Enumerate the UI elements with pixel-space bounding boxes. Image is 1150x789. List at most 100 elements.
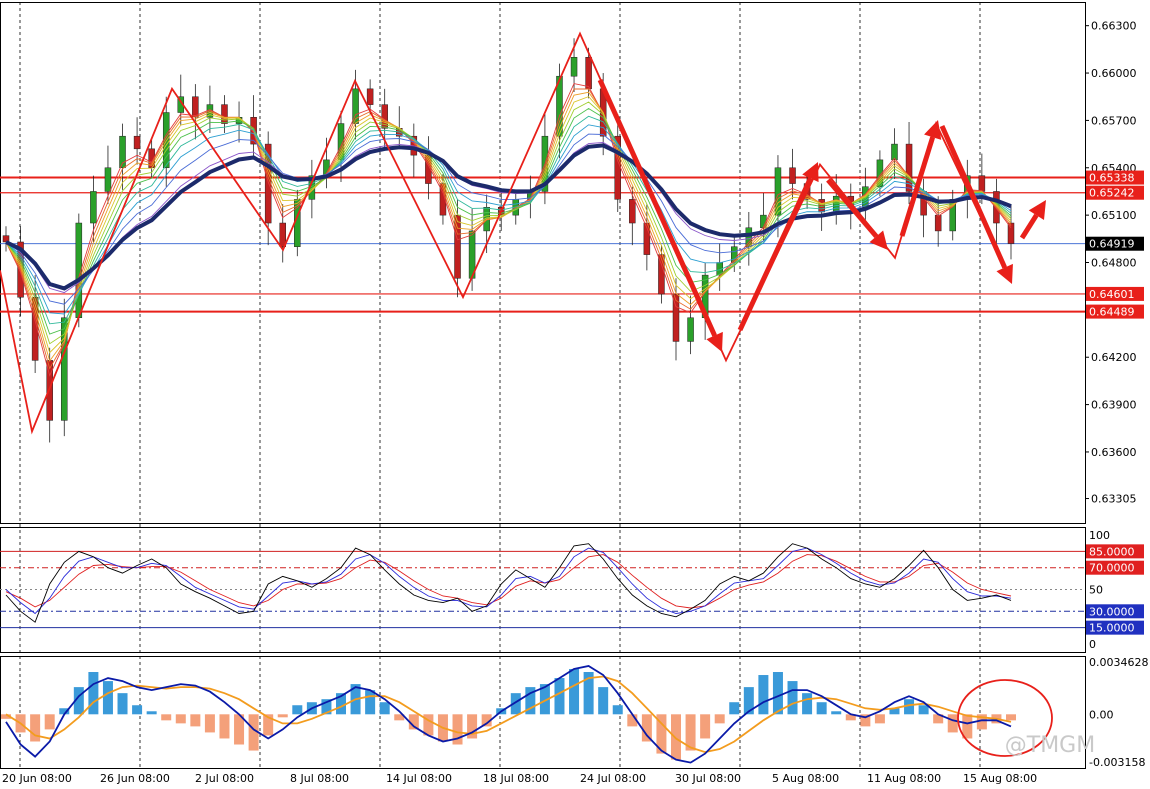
- trend-arrow-head: [924, 120, 942, 140]
- date-label: 26 Jun 08:00: [100, 772, 170, 785]
- macd-histogram-bar: [700, 714, 711, 739]
- macd-tick-label: 0.0034628: [1089, 656, 1149, 669]
- price-tick-label: 0.66300: [1091, 20, 1137, 33]
- candle-body: [629, 199, 636, 224]
- date-label: 14 Jul 08:00: [386, 772, 452, 785]
- candle-body: [192, 96, 199, 118]
- date-label: 8 Jul 08:00: [290, 772, 349, 785]
- macd-histogram-bar: [132, 705, 143, 715]
- stochastic-level-label: 70.0000: [1089, 562, 1135, 575]
- candle-body: [745, 227, 753, 247]
- candle-body: [454, 214, 461, 279]
- candle-body: [104, 167, 112, 192]
- macd-histogram-bar: [772, 672, 783, 715]
- stochastic-tick-label: 50: [1089, 584, 1103, 597]
- candle-body: [891, 143, 898, 161]
- candle-body: [279, 222, 286, 247]
- macd-histogram-bar: [729, 702, 740, 715]
- trend-arrow-shaft: [1019, 213, 1039, 240]
- candle-body: [789, 167, 796, 184]
- macd-histogram-bar: [1006, 714, 1016, 721]
- candle-body: [90, 191, 97, 224]
- chart-window: 0.66300 0.66000 0.65700 0.65400 0.65100 0.648…: [0, 0, 1150, 789]
- macd-histogram-bar: [146, 711, 157, 715]
- macd-histogram-bar: [671, 714, 681, 760]
- date-label: 30 Jul 08:00: [675, 772, 741, 785]
- stochastic-level-label: 30.0000: [1089, 605, 1135, 618]
- candle-body: [133, 135, 141, 150]
- candle-body: [658, 254, 665, 295]
- level-tag-label: 0.65338: [1089, 172, 1135, 185]
- macd-histogram-bar: [88, 672, 99, 715]
- macd-histogram-bar: [947, 714, 958, 733]
- candle-body: [978, 175, 986, 192]
- candle-body: [1007, 222, 1015, 244]
- zigzag-line: [0, 31, 1011, 435]
- macd-histogram-bar: [102, 681, 113, 715]
- macd-histogram-bar: [277, 714, 288, 718]
- price-tick-label: 0.63900: [1091, 399, 1137, 412]
- macd-histogram-bar: [714, 714, 725, 724]
- price-tick-label: 0.64800: [1091, 257, 1137, 270]
- price-tick-label: 0.64200: [1091, 351, 1137, 364]
- date-label: 5 Aug 08:00: [772, 772, 839, 785]
- level-tag-label: 0.64489: [1089, 306, 1135, 319]
- macd-histogram-bar: [816, 702, 827, 715]
- macd-histogram-bar: [787, 681, 798, 715]
- macd-tick-label: -0.003158: [1089, 756, 1145, 769]
- macd-histogram-bar: [758, 675, 769, 715]
- macd-histogram-bar: [161, 714, 172, 721]
- level-tag-label: 0.65242: [1089, 187, 1135, 200]
- stochastic-panel-frame: [0, 527, 1086, 653]
- macd-histogram-bar: [204, 714, 215, 733]
- trading-chart[interactable]: 0.663000.660000.657000.654000.651000.648…: [0, 0, 1150, 789]
- stochastic-tick-label: 0: [1089, 638, 1096, 651]
- macd-histogram-bar: [379, 702, 390, 715]
- candles: [2, 38, 1015, 443]
- level-tag-label: 0.64601: [1089, 288, 1135, 301]
- date-label: 18 Jul 08:00: [483, 772, 549, 785]
- macd-histogram-bar: [918, 705, 929, 715]
- price-tick-label: 0.63600: [1091, 446, 1137, 459]
- date-label: 24 Jul 08:00: [580, 772, 646, 785]
- macd-histogram-bar: [802, 693, 813, 715]
- macd-histogram-bar: [44, 714, 55, 730]
- stochastic-level-label: 85.0000: [1089, 545, 1135, 558]
- candle-body: [570, 57, 578, 77]
- price-tick-label: 0.66000: [1091, 67, 1137, 80]
- macd-histogram-bar: [874, 714, 885, 724]
- macd-histogram-bar: [292, 705, 303, 715]
- macd-histogram-bar: [569, 668, 580, 715]
- candle-body: [366, 88, 374, 105]
- price-panel-frame: [0, 2, 1086, 524]
- macd-histogram-bar: [641, 714, 652, 742]
- macd-histogram-bar: [598, 687, 609, 715]
- macd-histogram-bar: [365, 690, 376, 715]
- macd-histogram-bar: [190, 714, 201, 727]
- macd-histogram-bar: [962, 714, 973, 739]
- watermark-text: @TMGM: [1005, 733, 1095, 758]
- current-price-label: 0.64919: [1089, 238, 1135, 251]
- macd-histogram-bar: [831, 711, 842, 715]
- candle-body: [934, 214, 942, 232]
- macd-histogram-bar: [612, 705, 623, 715]
- ribbon-ma-line: [5, 101, 1012, 345]
- date-label: 11 Aug 08:00: [867, 772, 941, 785]
- stochastic-tick-label: 100: [1089, 529, 1110, 542]
- macd-histogram-bar: [175, 714, 186, 724]
- trend-arrow-shaft: [597, 78, 717, 337]
- macd-histogram-bar: [117, 693, 128, 715]
- price-tick-label: 0.63305: [1091, 493, 1137, 506]
- date-label: 2 Jul 08:00: [195, 772, 254, 785]
- candle-body: [221, 104, 228, 124]
- macd-histogram-bar: [219, 714, 230, 739]
- price-tick-label: 0.65700: [1091, 114, 1137, 127]
- macd-tick-label: 0.00: [1089, 708, 1114, 721]
- candle-body: [585, 57, 592, 90]
- candle-body: [687, 317, 694, 342]
- price-tick-label: 0.65100: [1091, 209, 1137, 222]
- macd-histogram-bar: [30, 714, 41, 742]
- stochastic-level-label: 15.0000: [1089, 622, 1135, 635]
- date-label: 20 Jun 08:00: [2, 772, 72, 785]
- macd-histogram-bar: [554, 678, 565, 715]
